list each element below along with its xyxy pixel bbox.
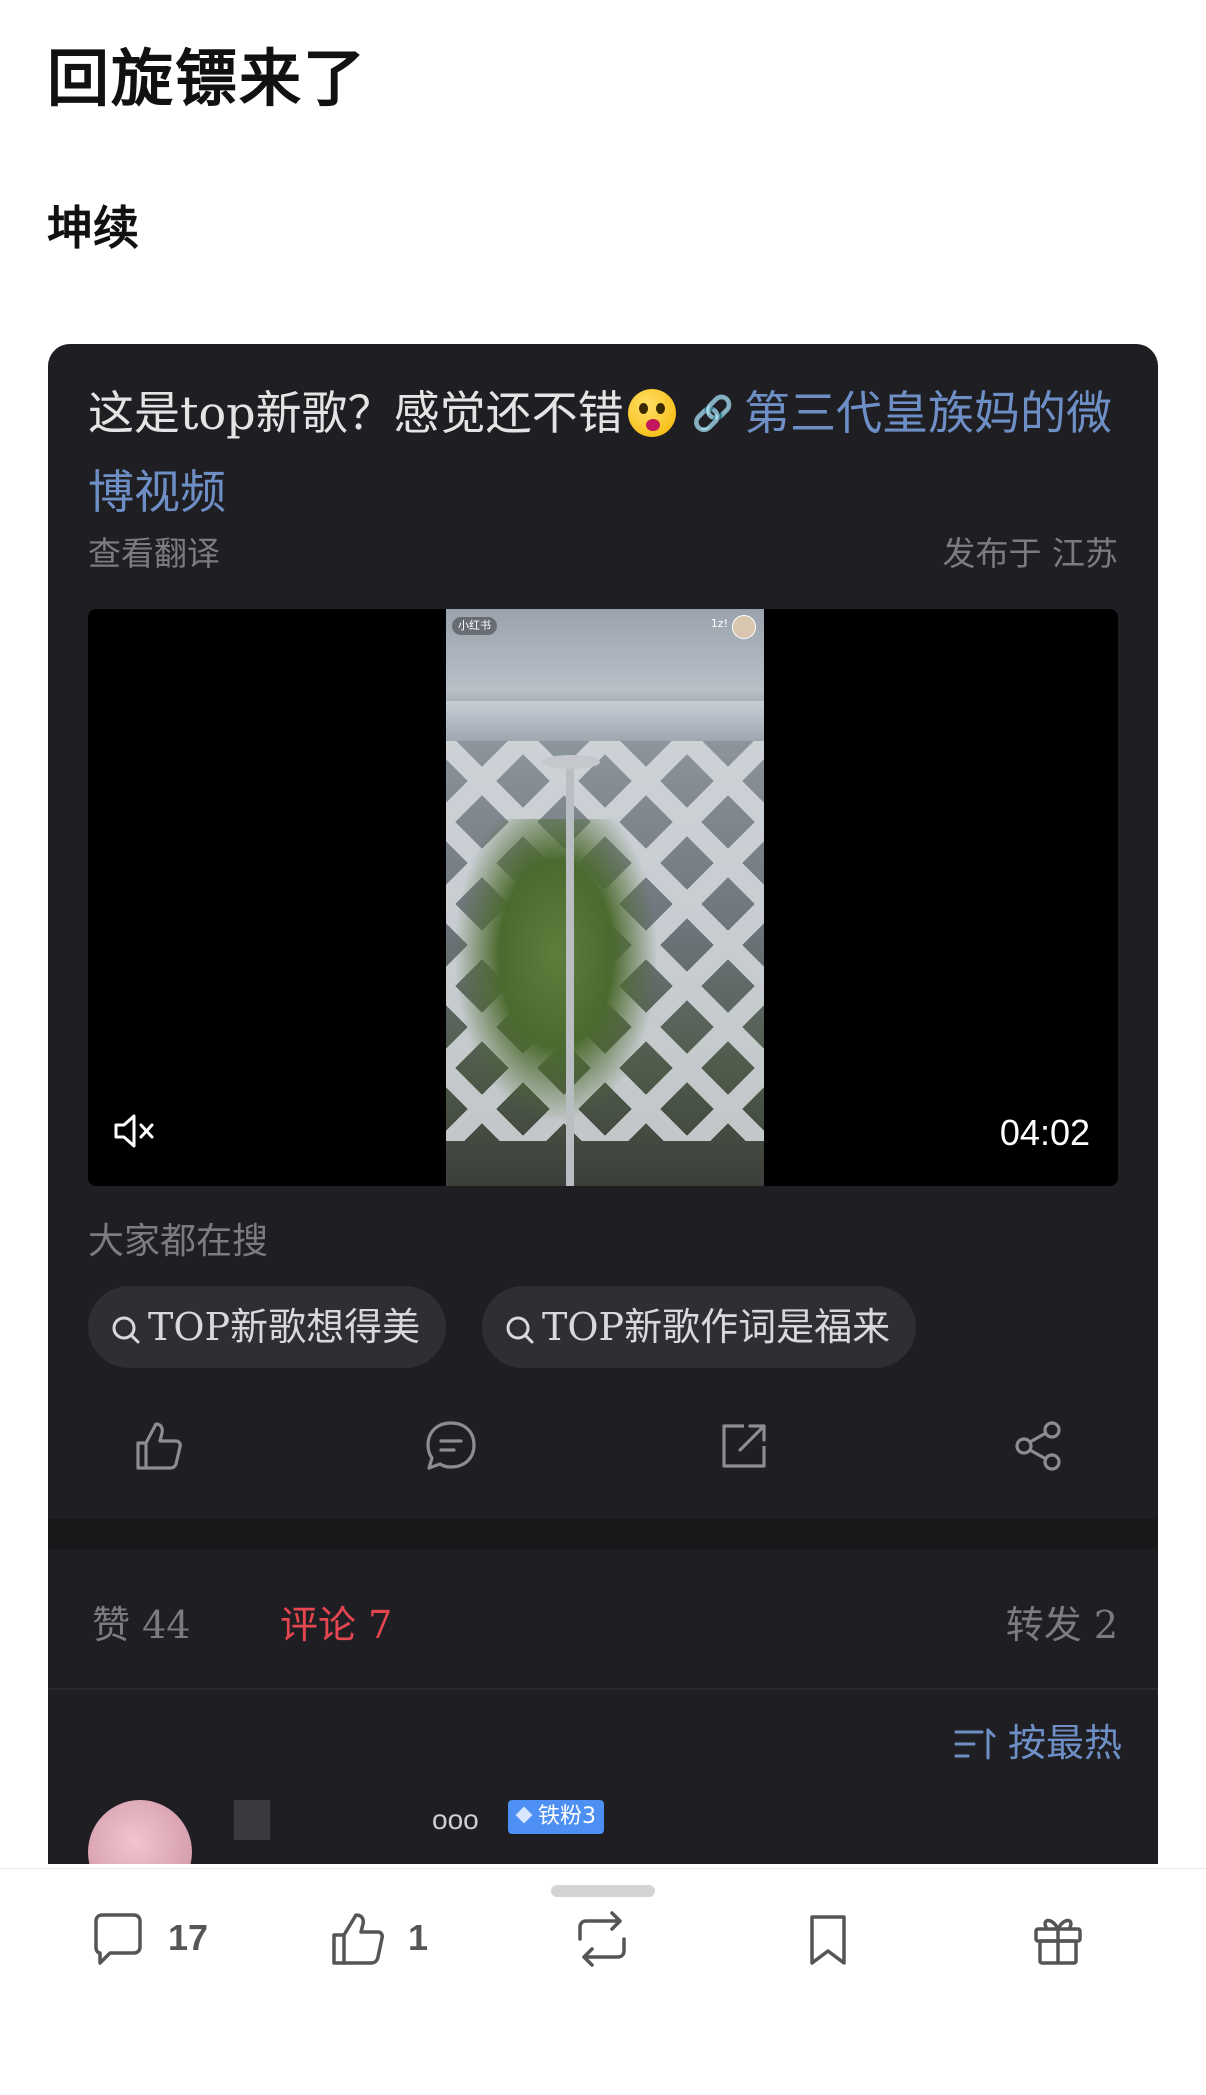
search-chip-label: TOP新歌作词是福来 <box>542 1305 891 1349</box>
avatar[interactable] <box>88 1800 192 1864</box>
repost-icon[interactable] <box>714 1416 774 1476</box>
sort-icon <box>954 1728 996 1760</box>
video-user-badge: 1z! <box>710 617 728 630</box>
thumbs-up-icon <box>332 1913 384 1965</box>
tab-comments[interactable]: 评论 7 <box>280 1594 392 1649</box>
diamond-icon <box>515 1806 533 1824</box>
bottom-gift-button[interactable] <box>1028 1909 1098 1973</box>
weibo-text-body: 这是top新歌？感觉还不错 <box>88 386 624 440</box>
video-source-badge: 小红书 <box>452 617 497 635</box>
search-chip-label: TOP新歌想得美 <box>148 1305 421 1349</box>
likes-count: 1 <box>408 1917 429 1958</box>
share-icon[interactable] <box>1008 1416 1068 1476</box>
search-icon <box>506 1316 534 1344</box>
weibo-card: 这是top新歌？感觉还不错 🔗 第三代皇族妈的微博视频 查看翻译 发布于 江苏 小红… <box>48 344 1158 1864</box>
comments-count: 17 <box>168 1917 209 1958</box>
bottom-action-bar: 17 1 <box>0 1868 1206 2095</box>
weibo-text: 这是top新歌？感觉还不错 🔗 第三代皇族妈的微博视频 <box>88 374 1128 531</box>
redacted-name-block <box>234 1800 270 1840</box>
video-avatar <box>732 615 756 639</box>
fan-level-badge: 铁粉3 <box>508 1800 604 1834</box>
card-action-bar <box>48 1416 1158 1486</box>
search-chip[interactable]: TOP新歌想得美 <box>88 1286 447 1368</box>
link-icon: 🔗 <box>691 394 734 434</box>
mute-icon[interactable] <box>112 1111 156 1151</box>
tab-likes[interactable]: 赞 44 <box>92 1594 190 1649</box>
video-tree-shape <box>456 819 656 1119</box>
bottom-repost-button[interactable] <box>570 1909 640 1973</box>
drag-handle[interactable] <box>551 1885 655 1897</box>
bottom-comments-button[interactable]: 17 <box>88 1909 228 1973</box>
comment-username[interactable]: ooo <box>432 1804 479 1836</box>
fan-level-label: 铁粉3 <box>538 1804 596 1829</box>
video-lamp-shape <box>542 755 600 769</box>
tongue-emoji-icon <box>627 389 676 437</box>
stats-tabs: 赞 44 评论 7 转发 2 <box>48 1594 1158 1654</box>
gift-icon <box>1034 1918 1082 1965</box>
video-duration: 04:02 <box>999 1112 1090 1153</box>
search-icon <box>112 1316 140 1344</box>
repost-arrows-icon <box>578 1911 626 1967</box>
bookmark-icon <box>810 1915 846 1965</box>
section-divider <box>48 1519 1158 1549</box>
stats-divider <box>48 1688 1158 1690</box>
comment-icon[interactable] <box>421 1416 481 1476</box>
sort-button[interactable]: 按最热 <box>954 1712 1122 1767</box>
translate-link[interactable]: 查看翻译 <box>88 527 220 575</box>
trending-search-label: 大家都在搜 <box>88 1221 269 1262</box>
comment-bubble-icon <box>94 1913 142 1965</box>
comment-item: ooo 铁粉3 <box>48 1800 1158 1864</box>
video-player[interactable]: 小红书 1z! 04:02 <box>88 609 1118 1186</box>
post-body: 坤续 <box>47 201 139 255</box>
video-roof-shape <box>446 701 764 741</box>
bottom-like-button[interactable]: 1 <box>328 1909 448 1973</box>
video-pole-shape <box>566 759 574 1186</box>
thumbs-up-icon[interactable] <box>128 1416 188 1476</box>
post-title: 回旋镖来了 <box>47 42 368 115</box>
search-chip[interactable]: TOP新歌作词是福来 <box>482 1286 917 1368</box>
tab-reposts[interactable]: 转发 2 <box>1006 1594 1118 1649</box>
video-frame: 小红书 1z! <box>446 609 764 1186</box>
post-location: 发布于 江苏 <box>942 534 1119 573</box>
bottom-bookmark-button[interactable] <box>798 1909 868 1973</box>
sort-label: 按最热 <box>1007 1721 1122 1765</box>
